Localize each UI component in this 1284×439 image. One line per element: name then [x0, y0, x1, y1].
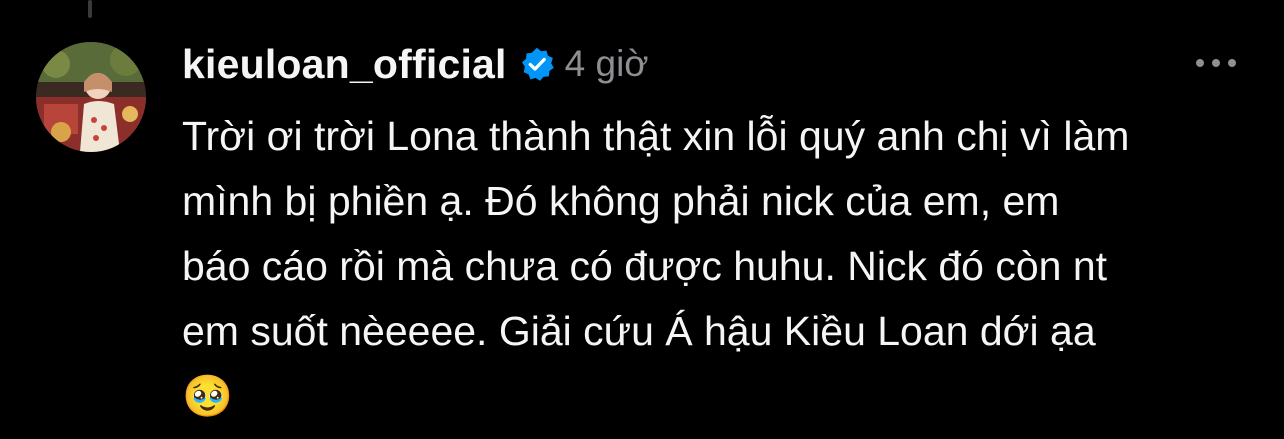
more-dot	[1212, 59, 1220, 67]
more-dot	[1228, 59, 1236, 67]
thread-connector-line	[88, 0, 92, 18]
verified-badge-icon	[519, 46, 555, 82]
avatar-photo	[36, 42, 146, 152]
avatar[interactable]	[36, 42, 146, 152]
comment-header: kieuloan_official 4 giờ	[182, 38, 1242, 90]
username-link[interactable]: kieuloan_official	[182, 41, 507, 88]
more-options-icon[interactable]	[1196, 52, 1236, 74]
comment-text: Trời ơi trời Lona thành thật xin lỗi quý…	[182, 113, 1130, 419]
comment-timestamp: 4 giờ	[564, 43, 649, 84]
comment-content: kieuloan_official 4 giờ Trời ơi trời Lon…	[182, 38, 1242, 429]
more-dot	[1196, 59, 1204, 67]
